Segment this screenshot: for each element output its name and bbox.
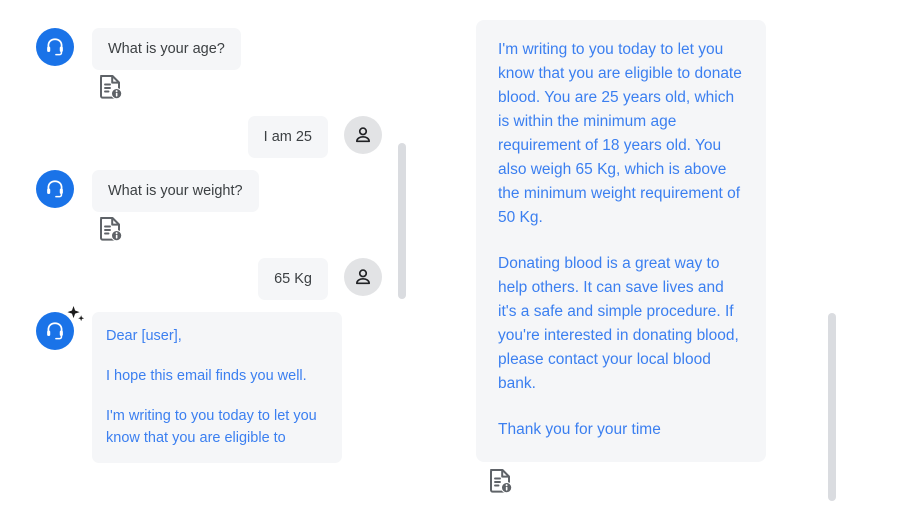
email-paragraph: Donating blood is a great way to help ot…	[498, 255, 739, 392]
headset-icon	[44, 320, 66, 342]
document-info-icon[interactable]	[488, 468, 514, 496]
scrollbar-thumb[interactable]	[828, 313, 836, 501]
scrollbar-thumb[interactable]	[398, 143, 406, 299]
message-row-ai-email: Dear [user], I hope this email finds you…	[36, 306, 342, 463]
message-row-user-age: I am 25	[247, 116, 382, 158]
person-icon	[353, 267, 373, 287]
user-avatar	[344, 116, 382, 154]
headset-icon	[44, 178, 66, 200]
conversation-scrollbar[interactable]	[398, 140, 406, 302]
email-preview-panel[interactable]: I'm writing to you today to let you know…	[440, 0, 902, 528]
message-bubble: I am 25	[247, 116, 328, 158]
ai-email-paragraph: Dear [user],	[106, 328, 182, 344]
message-row-user-weight: 65 Kg	[258, 258, 382, 300]
ai-email-paragraph: I'm writing to you today to let you know…	[106, 408, 317, 446]
person-icon	[353, 125, 373, 145]
headset-icon	[44, 36, 66, 58]
agent-avatar	[36, 28, 74, 66]
email-scrollbar[interactable]	[828, 310, 836, 504]
message-row-agent-age: What is your age?	[36, 28, 241, 70]
document-info-icon[interactable]	[98, 216, 124, 244]
email-content-bubble: I'm writing to you today to let you know…	[476, 20, 766, 462]
conversation-panel[interactable]: What is your age? I am 25 What is your w…	[0, 0, 440, 528]
user-avatar	[344, 258, 382, 296]
ai-email-paragraph: I hope this email finds you well.	[106, 368, 307, 384]
sparkle-icon	[65, 304, 87, 326]
message-bubble: What is your weight?	[92, 170, 259, 212]
email-paragraph: I'm writing to you today to let you know…	[498, 41, 742, 226]
message-bubble: 65 Kg	[258, 258, 328, 300]
message-row-agent-weight: What is your weight?	[36, 170, 259, 212]
ai-email-bubble: Dear [user], I hope this email finds you…	[92, 312, 342, 463]
email-paragraph: Thank you for your time	[498, 421, 661, 438]
agent-avatar	[36, 170, 74, 208]
document-info-icon[interactable]	[98, 74, 124, 102]
ai-agent-avatar	[36, 306, 85, 350]
message-bubble: What is your age?	[92, 28, 241, 70]
